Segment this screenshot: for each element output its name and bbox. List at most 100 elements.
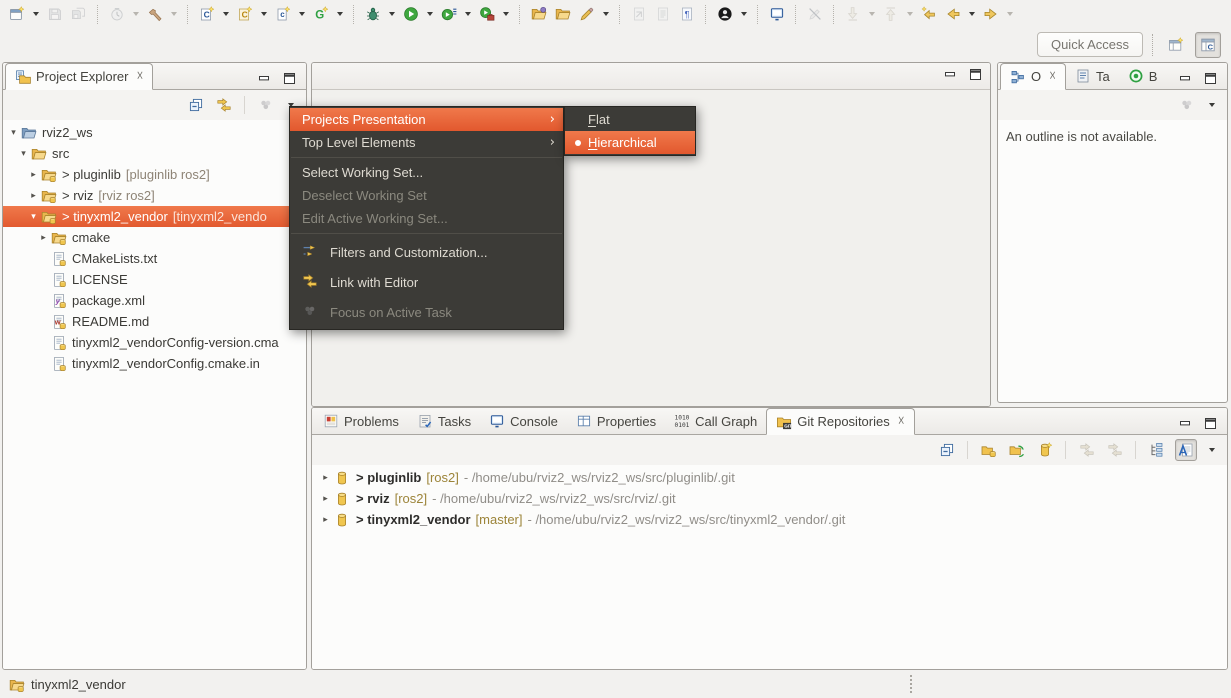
minimize-icon[interactable] — [1179, 72, 1192, 85]
close-icon[interactable]: ☓ — [136, 70, 143, 83]
run-history-button[interactable] — [437, 2, 461, 26]
tree-item-README.md[interactable]: w README.md — [3, 311, 306, 332]
open-task-button[interactable] — [527, 2, 551, 26]
new-c-project-button[interactable]: C — [233, 2, 257, 26]
collapse-arrow-icon[interactable]: ▾ — [18, 149, 29, 159]
external-tools-button[interactable] — [475, 2, 499, 26]
build-button[interactable] — [143, 2, 167, 26]
view-menu-dropdown[interactable] — [1209, 103, 1215, 107]
tab-properties[interactable]: Properties — [567, 408, 665, 434]
external-tools-dropdown-icon[interactable] — [503, 12, 509, 16]
user-profile-dropdown-icon[interactable] — [741, 12, 747, 16]
back-dropdown-icon[interactable] — [969, 12, 975, 16]
maximize-icon[interactable] — [969, 68, 982, 81]
highlight-dropdown-icon[interactable] — [603, 12, 609, 16]
expand-arrow-icon[interactable]: ▸ — [28, 191, 39, 201]
tab-ta[interactable]: Ta — [1066, 63, 1119, 89]
new-c-source-button[interactable]: c — [271, 2, 295, 26]
hierarchy-layout-button[interactable] — [1147, 440, 1167, 460]
menu-item-select-working-set[interactable]: Select Working Set... — [290, 161, 563, 184]
tab-tasks[interactable]: Tasks — [408, 408, 480, 434]
close-icon[interactable]: ☓ — [1049, 70, 1056, 83]
git-repositories-view-menu-dropdown-icon[interactable] — [1209, 448, 1215, 452]
expand-arrow-icon[interactable]: ▸ — [320, 473, 331, 483]
statusbar-drag-handle[interactable] — [910, 675, 913, 693]
close-icon[interactable]: ☓ — [898, 415, 905, 428]
new-c-source-dropdown-icon[interactable] — [299, 12, 305, 16]
add-repository-button[interactable] — [979, 440, 999, 460]
collapse-arrow-icon[interactable]: ▾ — [28, 212, 39, 222]
tab-problems[interactable]: Problems — [314, 408, 408, 434]
maximize-icon[interactable] — [283, 72, 296, 85]
clone-repository-button[interactable] — [1007, 440, 1027, 460]
debug-dropdown-icon[interactable] — [389, 12, 395, 16]
tab-console[interactable]: Console — [480, 408, 567, 434]
back-button[interactable] — [941, 2, 965, 26]
run-dropdown-icon[interactable] — [427, 12, 433, 16]
debug-button[interactable] — [361, 2, 385, 26]
project-explorer-toolbar — [3, 90, 306, 120]
tree-item-cmake[interactable]: ▸ cmake — [3, 227, 306, 248]
tab-call-graph[interactable]: 1010 0101 Call Graph — [665, 408, 766, 434]
tree-item-tinyxml2_vendorConfig-version.cma[interactable]: tinyxml2_vendorConfig-version.cma — [3, 332, 306, 353]
expand-arrow-icon[interactable]: ▸ — [320, 515, 331, 525]
new-wizard-button[interactable] — [5, 2, 29, 26]
toolbar-separator — [187, 4, 189, 24]
repository-row[interactable]: ▸ > pluginlib [ros2] - /home/ubu/rviz2_ws/r… — [312, 467, 1227, 488]
menu-item-top-level-elements[interactable]: Top Level Elements › — [290, 131, 563, 154]
tree-item-src[interactable]: ▾ src — [3, 143, 306, 164]
toggle-decoration-button[interactable] — [1175, 439, 1197, 461]
user-profile-button[interactable] — [713, 2, 737, 26]
highlight-button[interactable] — [575, 2, 599, 26]
menu-item-link-with-editor[interactable]: Link with Editor — [290, 267, 563, 297]
tree-item-rviz[interactable]: ▸ > rviz [rviz ros2] — [3, 185, 306, 206]
cpp-perspective-button[interactable]: C — [1195, 31, 1221, 58]
minimize-icon[interactable] — [258, 72, 271, 85]
tab-project-explorer[interactable]: Project Explorer ☓ — [5, 63, 154, 90]
expand-arrow-icon[interactable]: ▸ — [38, 233, 49, 243]
last-edit-location-button[interactable] — [917, 2, 941, 26]
collapse-arrow-icon[interactable]: ▾ — [8, 128, 19, 138]
run-button[interactable] — [399, 2, 423, 26]
menu-item-filters-and-customization[interactable]: Filters and Customization... — [290, 237, 563, 267]
submenu-item-flat[interactable]: Flat — [565, 108, 695, 131]
new-wizard-dropdown-icon[interactable] — [33, 12, 39, 16]
console-monitor-icon — [489, 413, 505, 429]
tab-b[interactable]: B — [1119, 63, 1167, 89]
new-cpp-class-button[interactable]: C — [195, 2, 219, 26]
new-build-target-dropdown-icon[interactable] — [337, 12, 343, 16]
repository-row[interactable]: ▸ > tinyxml2_vendor [master] - /home/ubu/rv… — [312, 509, 1227, 530]
new-build-target-button[interactable]: G — [309, 2, 333, 26]
tree-item-tinyxml2_vendorConfig.cmake.in[interactable]: tinyxml2_vendorConfig.cmake.in — [3, 353, 306, 374]
console-monitor-button[interactable] — [765, 2, 789, 26]
tab-git-repositories[interactable]: GIT Git Repositories ☓ — [766, 408, 915, 435]
collapse-all-button[interactable] — [186, 95, 206, 115]
show-whitespace-button[interactable]: ¶ — [675, 2, 699, 26]
maximize-icon[interactable] — [1204, 72, 1217, 85]
run-history-dropdown-icon[interactable] — [465, 12, 471, 16]
tree-item-rviz2_ws[interactable]: ▾ rviz2_ws — [3, 122, 306, 143]
open-perspective-button[interactable] — [1163, 32, 1189, 58]
expand-arrow-icon[interactable]: ▸ — [320, 494, 331, 504]
menu-item-projects-presentation[interactable]: Projects Presentation › — [290, 108, 563, 131]
forward-button[interactable] — [979, 2, 1003, 26]
open-element-button[interactable] — [551, 2, 575, 26]
create-repository-button[interactable] — [1035, 440, 1055, 460]
expand-arrow-icon[interactable]: ▸ — [28, 170, 39, 180]
minimize-icon[interactable] — [1179, 417, 1192, 430]
maximize-icon[interactable] — [1204, 417, 1217, 430]
tree-item-package.xml[interactable]: y package.xml — [3, 290, 306, 311]
repository-row[interactable]: ▸ > rviz [ros2] - /home/ubu/rviz2_ws/rviz2_… — [312, 488, 1227, 509]
new-cpp-class-dropdown-icon[interactable] — [223, 12, 229, 16]
tree-item-CMakeLists.txt[interactable]: CMakeLists.txt — [3, 248, 306, 269]
submenu-item-hierarchical[interactable]: Hierarchical — [565, 131, 695, 154]
new-c-project-dropdown-icon[interactable] — [261, 12, 267, 16]
tree-item-LICENSE[interactable]: LICENSE — [3, 269, 306, 290]
quick-access-button[interactable]: Quick Access — [1036, 32, 1143, 57]
collapse-all-button[interactable] — [937, 440, 957, 460]
minimize-icon[interactable] — [944, 68, 957, 81]
tree-item-pluginlib[interactable]: ▸ > pluginlib [pluginlib ros2] — [3, 164, 306, 185]
link-editor-button[interactable] — [214, 95, 234, 115]
tab-o[interactable]: O ☓ — [1000, 63, 1067, 90]
tree-item-tinyxml2_vendor[interactable]: ▾ > tinyxml2_vendor [tinyxml2_vendo — [3, 206, 306, 227]
